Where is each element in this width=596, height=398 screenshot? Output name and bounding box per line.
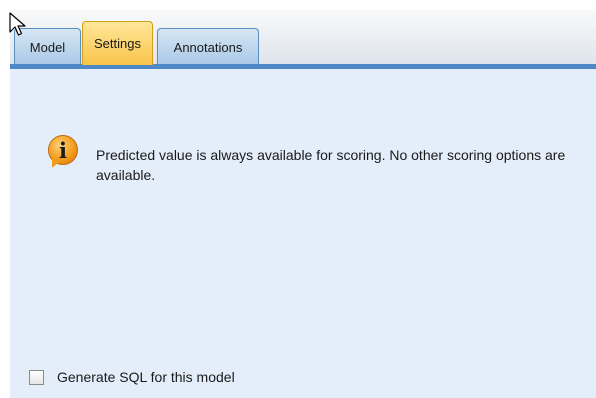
model-dialog: Model Settings Annotations i Predicted v… [0, 0, 596, 398]
tab-strip: Model Settings Annotations [10, 9, 596, 65]
settings-panel: i Predicted value is always available fo… [10, 69, 596, 398]
tab-annotations[interactable]: Annotations [157, 28, 259, 65]
generate-sql-option[interactable]: Generate SQL for this model [29, 369, 235, 385]
info-icon: i [48, 135, 78, 165]
info-glyph: i [59, 137, 67, 163]
info-message: i Predicted value is always available fo… [48, 135, 566, 185]
generate-sql-checkbox[interactable] [29, 369, 44, 385]
mouse-cursor-icon [9, 12, 26, 36]
info-message-text: Predicted value is always available for … [96, 147, 566, 183]
tab-settings[interactable]: Settings [82, 21, 153, 65]
tab-model-label: Model [29, 39, 66, 55]
tab-settings-label: Settings [94, 36, 141, 51]
tab-annotations-label: Annotations [173, 39, 243, 55]
generate-sql-label[interactable]: Generate SQL for this model [57, 369, 235, 385]
